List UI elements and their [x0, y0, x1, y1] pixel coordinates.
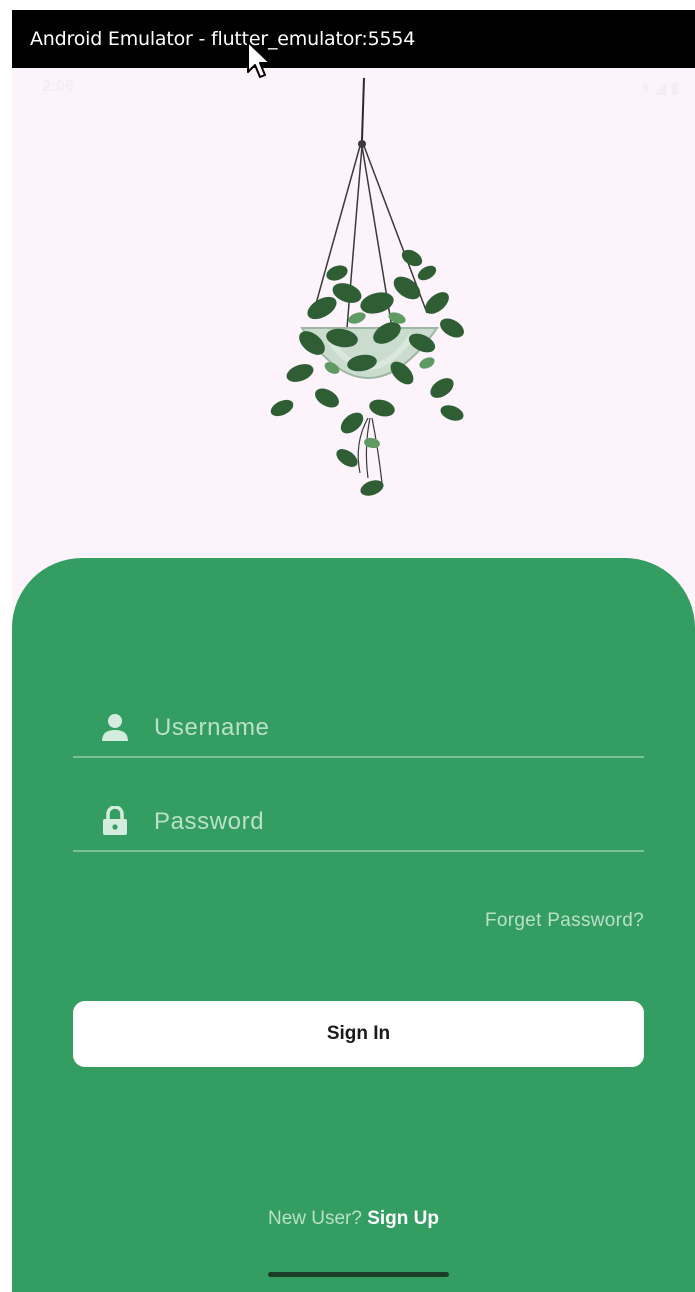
mouse-cursor-icon: [247, 41, 271, 78]
window-title-bar[interactable]: Android Emulator - flutter_emulator:5554: [12, 10, 695, 68]
person-icon: [102, 714, 128, 741]
sign-in-label: Sign In: [326, 1023, 391, 1044]
window-title: Android Emulator - flutter_emulator:5554: [30, 28, 416, 50]
wifi-icon: ▾: [641, 80, 654, 97]
status-time: 2:06: [42, 78, 75, 95]
battery-icon: ▮: [670, 80, 683, 97]
password-field[interactable]: Password: [73, 782, 644, 852]
gesture-home-bar[interactable]: [268, 1272, 449, 1277]
signal-icon: ◢: [653, 80, 671, 97]
username-field[interactable]: Username: [73, 688, 644, 758]
phone-screen: 2:06 ▾◢▮ Username Password Forget Passwo…: [12, 68, 695, 1292]
signup-row: New User? Sign Up: [12, 1208, 695, 1230]
sign-up-link[interactable]: Sign Up: [367, 1208, 439, 1229]
lock-icon: [103, 806, 127, 835]
status-icons: ▾◢▮: [642, 78, 683, 98]
window-edge: [0, 0, 12, 1292]
new-user-prompt: New User?: [267, 1208, 362, 1229]
username-label: Username: [154, 714, 270, 741]
hanging-plant-illustration: [270, 78, 464, 496]
forgot-password-link[interactable]: Forget Password?: [485, 910, 644, 932]
login-panel: Username Password Forget Password? Sign …: [12, 558, 695, 1292]
emulator-window: Android Emulator - flutter_emulator:5554…: [0, 0, 695, 1292]
sign-in-button[interactable]: Sign In: [73, 1001, 644, 1067]
password-label: Password: [154, 808, 265, 835]
